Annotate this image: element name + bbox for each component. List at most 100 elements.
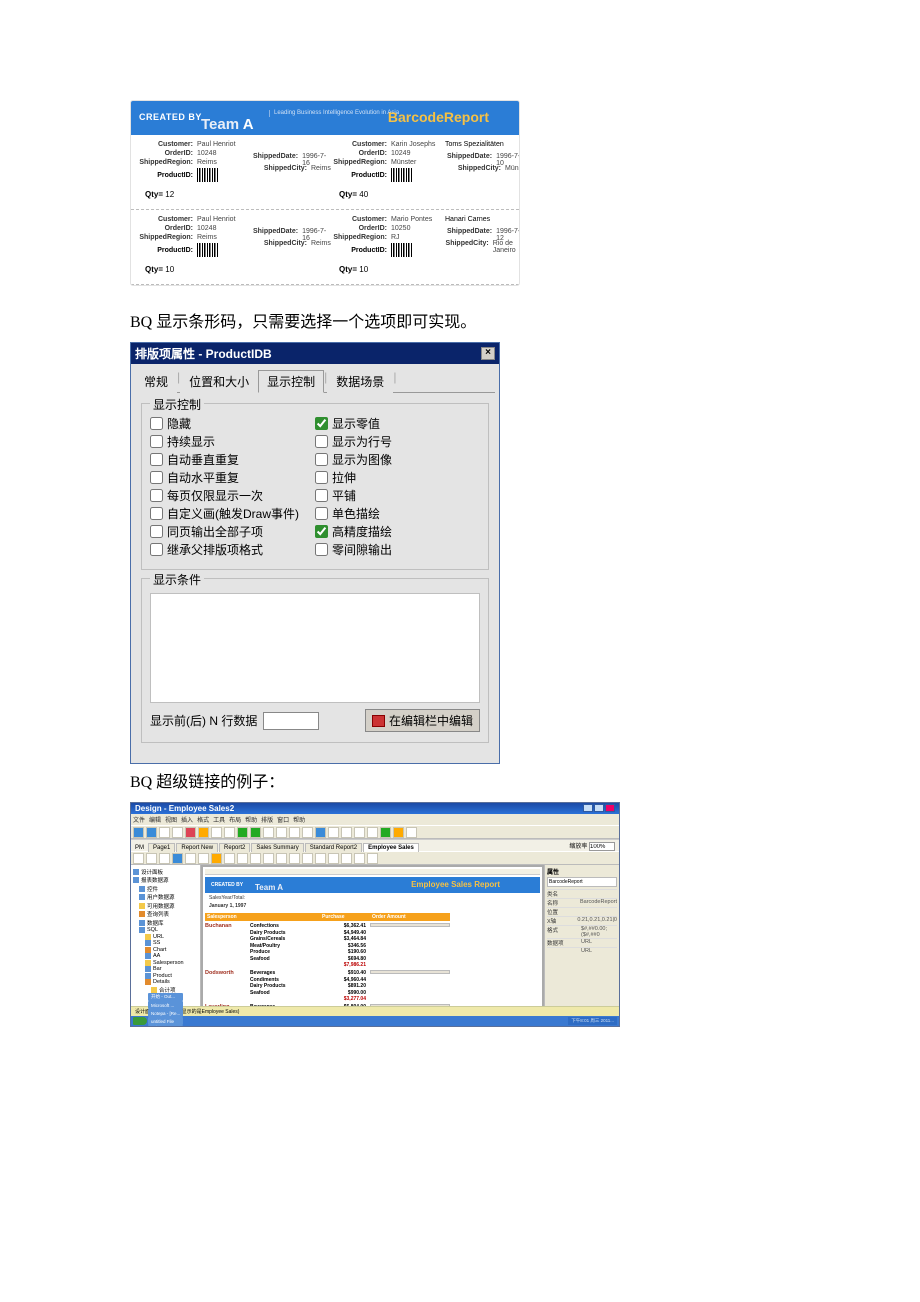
checkbox-right-1[interactable]: 显示为行号: [315, 433, 480, 450]
tab-general[interactable]: 常规: [135, 370, 177, 393]
doc-tab[interactable]: Report New: [176, 843, 218, 852]
taskbar-item[interactable]: Notepa - [Re...: [148, 1009, 183, 1017]
tree-node[interactable]: AA: [133, 953, 198, 959]
menu-item[interactable]: 编辑: [149, 815, 161, 824]
tab-display-control[interactable]: 显示控制: [258, 370, 324, 393]
menu-item[interactable]: 格式: [197, 815, 209, 824]
menu-item[interactable]: 工具: [213, 815, 225, 824]
tab-position[interactable]: 位置和大小: [180, 370, 258, 393]
checkbox-left-1[interactable]: 持续显示: [150, 433, 315, 450]
tree-node[interactable]: Bar: [133, 966, 198, 972]
system-tray[interactable]: 下午8:01 周三 2011...: [568, 1017, 617, 1025]
close-icon[interactable]: [605, 804, 615, 812]
checkbox-right-0[interactable]: 显示零值: [315, 415, 480, 432]
start-button[interactable]: [133, 1017, 147, 1025]
menu-item[interactable]: 插入: [181, 815, 193, 824]
tree-node[interactable]: 用户数据源: [133, 893, 198, 901]
tree-node[interactable]: Details: [133, 979, 198, 985]
taskbar-item[interactable]: Microsoft ...: [148, 1001, 183, 1009]
taskbar-item[interactable]: 开始 - Out...: [148, 993, 183, 1001]
tree-icon: [133, 877, 139, 883]
tree-node[interactable]: SQL: [133, 927, 198, 933]
doc-tab[interactable]: Standard Report2: [305, 843, 362, 852]
rows-n-input[interactable]: [263, 712, 319, 730]
checkbox-left-0[interactable]: 隐藏: [150, 415, 315, 432]
checkbox-left-5[interactable]: 自定义画(触发Draw事件): [150, 505, 315, 522]
tree-node[interactable]: Salesperson: [133, 960, 198, 966]
group-display-control: 显示控制 隐藏持续显示自动垂直重复自动水平重复每页仅限显示一次自定义画(触发Dr…: [141, 403, 489, 570]
dialog-titlebar[interactable]: 排版项属性 - ProductIDB ×: [131, 343, 499, 364]
props-object-select[interactable]: BarcodeReport: [547, 877, 617, 887]
property-row[interactable]: 名称BarcodeReport: [547, 898, 617, 907]
checkbox-right-7[interactable]: 零间隙输出: [315, 541, 480, 558]
doc-tab[interactable]: Report2: [219, 843, 250, 852]
checkbox-left-3[interactable]: 自动水平重复: [150, 469, 315, 486]
checkbox-left-7[interactable]: 继承父排版项格式: [150, 541, 315, 558]
property-row[interactable]: 类名: [547, 889, 617, 898]
doc-tab[interactable]: Page1: [148, 843, 175, 852]
tree-node[interactable]: 控件: [133, 885, 198, 893]
tab-data-scene[interactable]: 数据场景: [327, 370, 393, 393]
ide-document-tabs[interactable]: PM Page1Report NewReport2Sales SummarySt…: [131, 839, 619, 851]
checkbox-left-6[interactable]: 同页输出全部子项: [150, 523, 315, 540]
menu-item[interactable]: 文件: [133, 815, 145, 824]
menu-item[interactable]: 排版: [261, 815, 273, 824]
property-row[interactable]: URL: [547, 947, 617, 954]
property-row[interactable]: 位置: [547, 907, 617, 916]
close-icon[interactable]: ×: [481, 347, 495, 360]
menu-item[interactable]: 视图: [165, 815, 177, 824]
tree-icon: [145, 940, 151, 946]
edit-in-bar-button[interactable]: 在编辑栏中编辑: [365, 709, 480, 732]
property-row[interactable]: X轴0.21,0.21,0.21|0: [547, 916, 617, 925]
tree-icon: [139, 886, 145, 892]
tree-node[interactable]: 可用数据源: [133, 902, 198, 910]
price-bar: [370, 923, 450, 927]
report-title: BarcodeReport: [388, 109, 489, 125]
menu-item[interactable]: 布局: [229, 815, 241, 824]
checkbox-left-4[interactable]: 每页仅限显示一次: [150, 487, 315, 504]
property-row[interactable]: 数据项URL: [547, 938, 617, 947]
report-header: CREATED BY Team A Leading Business Intel…: [131, 101, 519, 135]
barcode-report-card: CREATED BY Team A Leading Business Intel…: [130, 100, 520, 286]
windows-taskbar[interactable]: 开始 - Out...Microsoft ...Notepa - [Re...u…: [131, 1016, 619, 1026]
ide-toolbar-2[interactable]: [131, 851, 619, 865]
tree-icon: [139, 920, 145, 926]
tree-node[interactable]: 查询列表: [133, 910, 198, 918]
maximize-icon[interactable]: [594, 804, 604, 812]
tree-icon: [151, 987, 157, 993]
tree-node[interactable]: SS: [133, 940, 198, 946]
tree-node[interactable]: 报表数据源: [133, 876, 198, 884]
checkbox-left-2[interactable]: 自动垂直重复: [150, 451, 315, 468]
zoom-input[interactable]: [589, 842, 615, 851]
minimize-icon[interactable]: [583, 804, 593, 812]
doc-tab[interactable]: Sales Summary: [251, 843, 303, 852]
condition-text-area[interactable]: [150, 593, 480, 703]
doc-tab[interactable]: Employee Sales: [363, 843, 419, 852]
taskbar-item[interactable]: untitled File: [148, 1017, 183, 1025]
ide-toolbar-1[interactable]: [131, 825, 619, 839]
created-by-label: CREATED BY: [139, 112, 202, 122]
checkbox-right-2[interactable]: 显示为图像: [315, 451, 480, 468]
tree-node[interactable]: Chart: [133, 947, 198, 953]
dialog-title: 排版项属性 - ProductIDB: [135, 345, 272, 362]
menu-item[interactable]: 帮助: [293, 815, 305, 824]
report-row: Customer:Paul Henriot OrderID:10248 Ship…: [131, 135, 519, 209]
menu-item[interactable]: 窗口: [277, 815, 289, 824]
checkbox-right-5[interactable]: 单色描绘: [315, 505, 480, 522]
ide-properties-panel[interactable]: 属性 BarcodeReport 类名名称BarcodeReport位置X轴0.…: [544, 865, 619, 1018]
ide-design-surface[interactable]: CREATED BY Team A Employee Sales Report …: [201, 865, 544, 1018]
checkbox-right-4[interactable]: 平铺: [315, 487, 480, 504]
checkbox-right-6[interactable]: 高精度描绘: [315, 523, 480, 540]
rows-n-label: 显示前(后) N 行数据: [150, 712, 257, 729]
tree-node[interactable]: URL: [133, 934, 198, 940]
menu-item[interactable]: 帮助: [245, 815, 257, 824]
tree-node[interactable]: 设计面板: [133, 868, 198, 876]
ide-bottom-panel[interactable]: 设计面板(设计视图中显示的是Employee Sales): [131, 1006, 619, 1016]
ide-titlebar[interactable]: Design - Employee Sales2: [131, 803, 619, 814]
tree-node[interactable]: Product: [133, 973, 198, 979]
checkbox-right-3[interactable]: 拉伸: [315, 469, 480, 486]
taskbar-item[interactable]: 无标题-画图: [148, 1025, 183, 1027]
tree-node[interactable]: 数据库: [133, 919, 198, 927]
ide-menubar[interactable]: 文件编辑视图插入格式工具布局帮助排版窗口帮助: [131, 814, 619, 825]
property-row[interactable]: 格式$#,##0.00;($#,##0: [547, 925, 617, 938]
